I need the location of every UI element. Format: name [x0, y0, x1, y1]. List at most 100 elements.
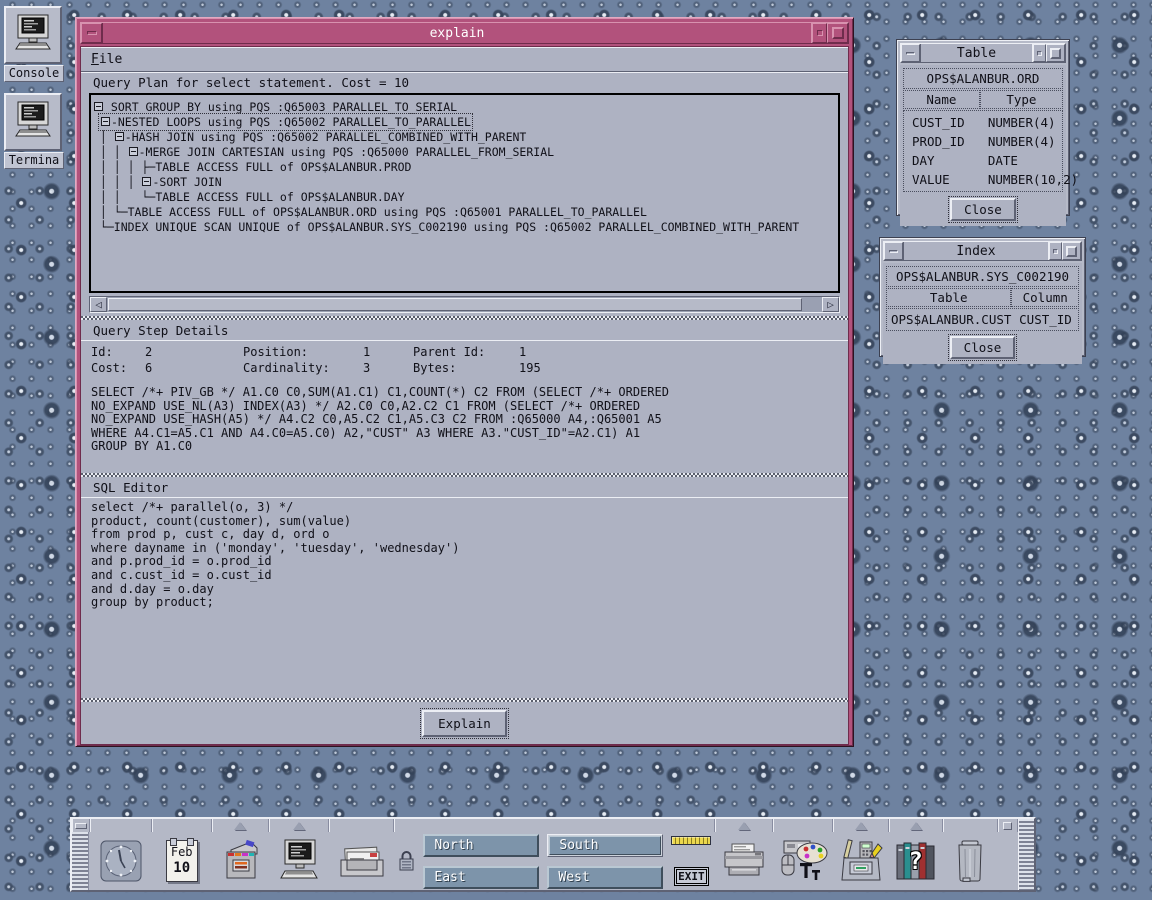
tree-row[interactable]: │ │ │ -SORT JOIN	[93, 174, 836, 189]
tree-row[interactable]: │ └─TABLE ACCESS FULL of OPS$ALANBUR.ORD…	[93, 204, 836, 219]
maximize-icon	[1050, 48, 1061, 59]
window-menu-button[interactable]	[81, 23, 102, 43]
table-row[interactable]: PROD_IDNUMBER(4)	[904, 132, 1062, 151]
terminal-icon[interactable]	[4, 93, 62, 151]
close-button[interactable]: Close	[950, 336, 1016, 359]
subpanel-arrow[interactable]	[833, 819, 889, 832]
tree-row[interactable]: │ │ └─TABLE ACCESS FULL of OPS$ALANBUR.D…	[93, 189, 836, 204]
query-step-details-pane: Id: 2 Position: 1 Parent Id: 1 Cost: 6 C…	[81, 340, 848, 473]
tree-node-label: -MERGE JOIN CARTESIAN using PQS :Q65000 …	[139, 145, 554, 159]
query-plan-tree[interactable]: SORT GROUP BY using PQS :Q65003 PARALLEL…	[89, 93, 840, 293]
tree-row[interactable]: SORT GROUP BY using PQS :Q65003 PARALLEL…	[93, 99, 836, 114]
expand-box-icon[interactable]	[129, 147, 138, 156]
exit-button[interactable]: EXIT	[674, 867, 709, 886]
expand-box-icon[interactable]	[101, 117, 110, 126]
workspace-button-south-active[interactable]: South	[547, 834, 663, 857]
application-manager-icon[interactable]	[833, 832, 889, 890]
help-icon[interactable]: ?	[889, 832, 943, 890]
panel-menu-tab[interactable]	[998, 819, 1017, 832]
panel-handle-left[interactable]	[72, 819, 90, 890]
console-icon[interactable]	[4, 6, 62, 64]
desktop-icon-label[interactable]: Termina	[4, 152, 64, 169]
expand-box-icon[interactable]	[115, 132, 124, 141]
scrollbar-track[interactable]	[107, 297, 822, 312]
column-headers: Table Column	[886, 288, 1079, 307]
lock-icon[interactable]	[398, 850, 415, 872]
table-row[interactable]: CUST_IDNUMBER(4)	[904, 113, 1062, 132]
calendar-icon[interactable]: Feb 10	[152, 832, 212, 890]
subpanel-arrow[interactable]	[212, 819, 270, 832]
desktop-icon-terminal[interactable]: Termina	[4, 93, 64, 169]
up-arrow-icon	[293, 822, 305, 830]
scroll-left-arrow-icon[interactable]: ◁	[90, 297, 107, 312]
slot-application-manager	[833, 819, 889, 890]
workspace-button-north[interactable]: North	[423, 834, 539, 857]
help-question-glyph: ?	[908, 847, 922, 875]
slot-help: ?	[889, 819, 943, 890]
tree-node-label: -HASH JOIN using PQS :Q65002 PARALLEL_CO…	[125, 130, 527, 144]
subpanel-arrow[interactable]	[889, 819, 943, 832]
window-title: Table	[920, 44, 1033, 62]
terminal-icon[interactable]	[269, 832, 329, 890]
mail-icon[interactable]	[329, 832, 394, 890]
subpanel-arrow[interactable]	[715, 819, 773, 832]
maximize-button[interactable]	[1062, 242, 1081, 260]
style-manager-icon[interactable]	[773, 832, 833, 890]
tree-row[interactable]: └─INDEX UNIQUE SCAN UNIQUE of OPS$ALANBU…	[93, 219, 836, 234]
tree-connector: └─	[93, 220, 114, 234]
workspace-button-west[interactable]: West	[547, 866, 663, 889]
table-row[interactable]: DAYDATE	[904, 151, 1062, 170]
desktop-icon-console[interactable]: Console	[4, 6, 64, 82]
sql-editor-line: select /*+ parallel(o, 3) */	[91, 501, 838, 515]
title-bar[interactable]: Index	[883, 241, 1082, 261]
expand-box-icon[interactable]	[142, 177, 151, 186]
monitor-icon	[10, 100, 56, 144]
iconify-button[interactable]	[812, 23, 827, 43]
file-manager-icon[interactable]	[212, 832, 270, 890]
maximize-button[interactable]	[1046, 44, 1065, 62]
front-panel: Feb 10	[70, 817, 1036, 892]
title-bar[interactable]: Table	[900, 43, 1066, 63]
scroll-right-arrow-icon[interactable]: ▷	[822, 297, 839, 312]
explain-button[interactable]: Explain	[422, 710, 507, 737]
clock-icon[interactable]	[90, 832, 152, 890]
desktop-icon-label[interactable]: Console	[4, 65, 64, 82]
up-arrow-icon	[234, 822, 246, 830]
window-title: explain	[102, 23, 812, 43]
grip-texture[interactable]	[72, 832, 89, 890]
printer-icon[interactable]	[715, 832, 773, 890]
iconify-button[interactable]	[1033, 44, 1046, 62]
horizontal-scrollbar[interactable]: ◁ ▷	[89, 296, 840, 313]
trash-icon[interactable]	[943, 832, 999, 890]
window-menu-button[interactable]	[901, 44, 920, 62]
table-row[interactable]: OPS$ALANBUR.CUSTCUST_ID	[887, 310, 1078, 329]
calendar-month: Feb	[167, 841, 197, 860]
menu-file[interactable]: File	[91, 52, 122, 67]
panel-handle-right[interactable]	[1018, 819, 1034, 890]
workspace-button-east[interactable]: East	[423, 866, 539, 889]
tree-row[interactable]: │ │ │ ├─TABLE ACCESS FULL of OPS$ALANBUR…	[93, 159, 836, 174]
scrollbar-thumb[interactable]	[108, 298, 802, 311]
expand-box-icon[interactable]	[94, 102, 103, 111]
menu-bar: File	[81, 47, 848, 72]
close-button[interactable]: Close	[950, 198, 1016, 221]
panel-button-right[interactable]	[998, 819, 1017, 890]
desktop: Console Termina explain File Qu	[0, 0, 1152, 900]
subpanel-arrow[interactable]	[269, 819, 329, 832]
tree-row[interactable]: │ -HASH JOIN using PQS :Q65002 PARALLEL_…	[93, 129, 836, 144]
sql-editor-textarea[interactable]: select /*+ parallel(o, 3) */ product, co…	[81, 497, 848, 698]
panel-minimize-tab[interactable]	[72, 819, 90, 832]
busy-light-indicator	[671, 836, 711, 845]
sql-editor-line: and d.day = o.day	[91, 583, 838, 597]
iconify-button[interactable]	[1049, 242, 1062, 260]
tree-row-selected[interactable]: -NESTED LOOPS using PQS :Q65002 PARALLEL…	[93, 114, 836, 129]
tree-row[interactable]: │ │ -MERGE JOIN CARTESIAN using PQS :Q65…	[93, 144, 836, 159]
maximize-button[interactable]	[827, 23, 848, 43]
column-list[interactable]: CUST_IDNUMBER(4) PROD_IDNUMBER(4) DAYDAT…	[903, 110, 1063, 192]
cell-type: NUMBER(10,2)	[980, 170, 1062, 189]
index-list[interactable]: OPS$ALANBUR.CUSTCUST_ID	[886, 308, 1079, 331]
table-row[interactable]: VALUENUMBER(10,2)	[904, 170, 1062, 189]
title-bar[interactable]: explain	[80, 22, 849, 44]
window-menu-button[interactable]	[884, 242, 903, 260]
workspace-button-south[interactable]: South	[549, 836, 661, 855]
